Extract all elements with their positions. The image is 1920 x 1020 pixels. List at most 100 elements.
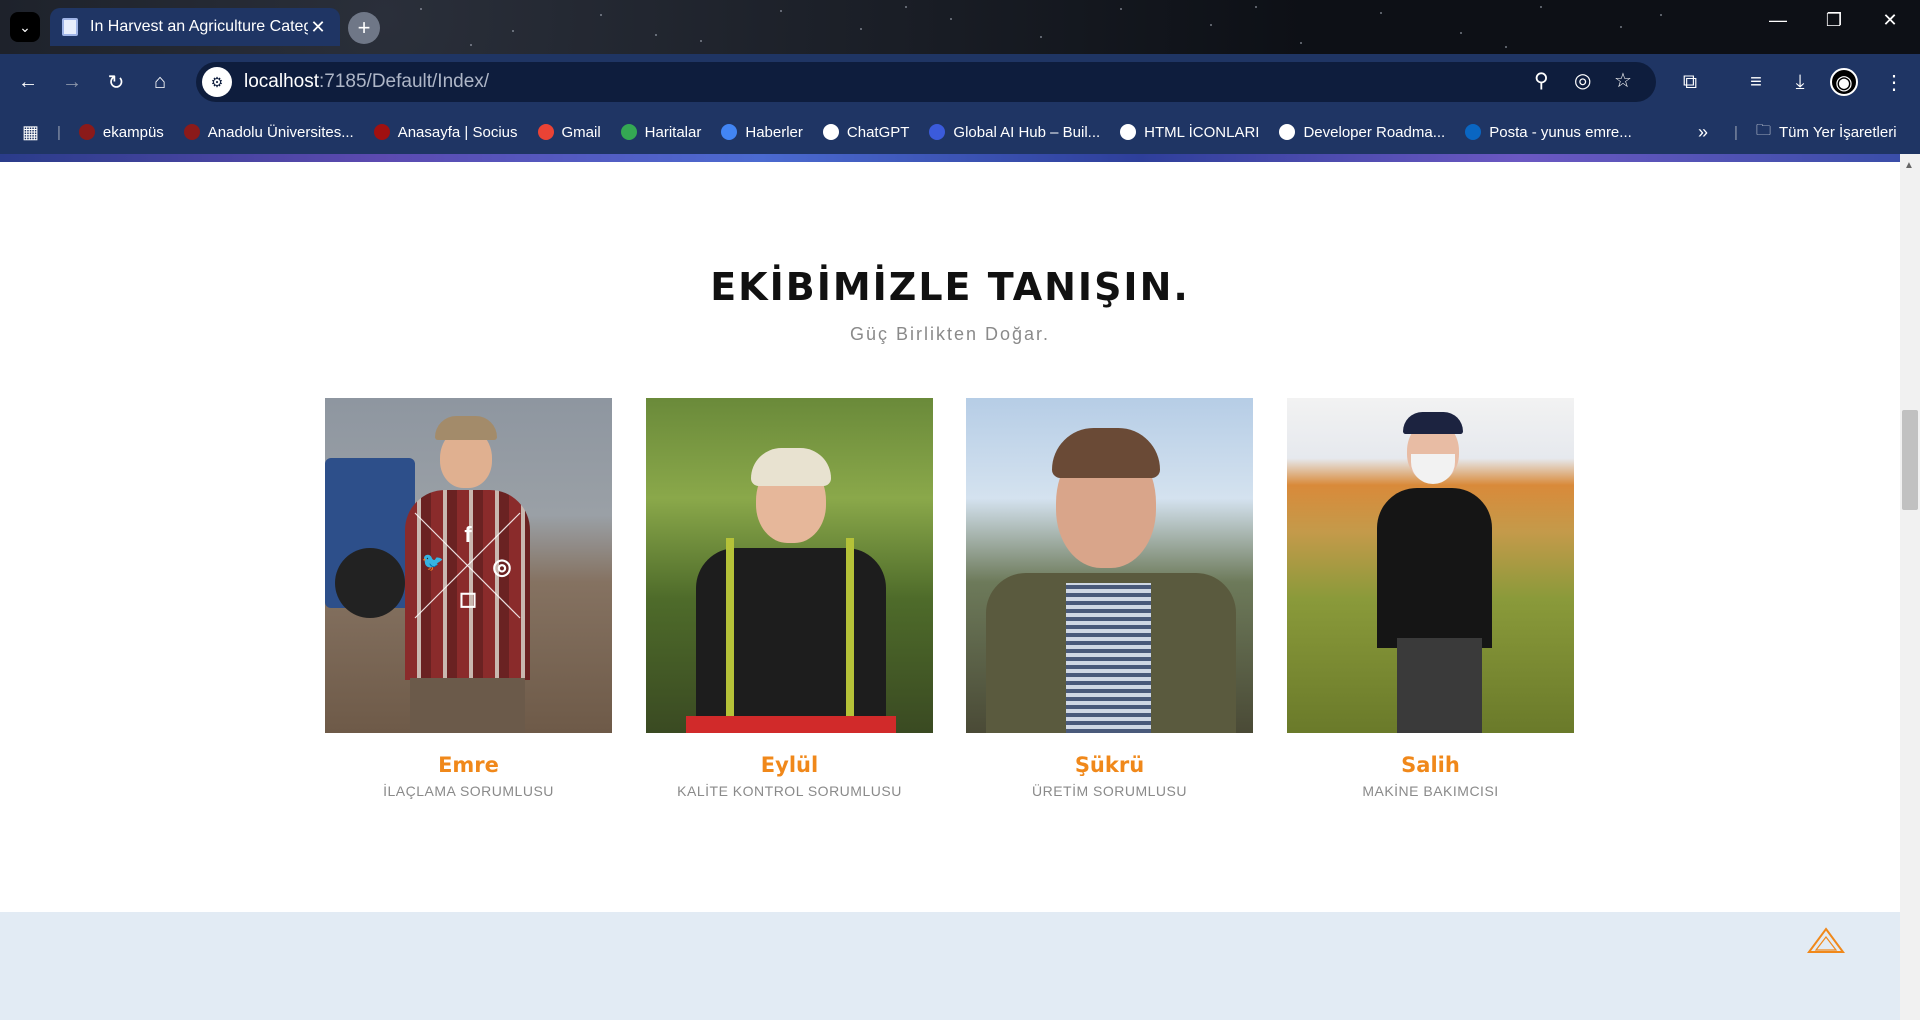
member-role: MAKİNE BAKIMCISI bbox=[1362, 783, 1499, 799]
home-icon[interactable]: ⌂ bbox=[146, 68, 174, 96]
pants-shape bbox=[1397, 638, 1482, 733]
bookmark-item[interactable]: Posta - yunus emre... bbox=[1465, 124, 1632, 141]
browser-toolbar: ← → ↻ ⌂ ⚙ localhost:7185/Default/Index/ … bbox=[0, 54, 1920, 110]
bookmark-item[interactable]: Haberler bbox=[721, 124, 803, 141]
bookmark-favicon-icon bbox=[1465, 124, 1482, 140]
hero-bottom-edge bbox=[0, 154, 1900, 162]
bookmark-favicon-icon bbox=[721, 124, 738, 140]
member-role: İLAÇLAMA SORUMLUSU bbox=[383, 783, 554, 799]
instagram-icon[interactable]: ◻ bbox=[453, 586, 483, 612]
bookmark-item[interactable]: Global AI Hub – Buil... bbox=[929, 124, 1100, 141]
bookmarks-bar: ▦ | ekampüs Anadolu Üniversites... Anasayf… bbox=[0, 110, 1920, 154]
bookmark-favicon-icon bbox=[537, 124, 554, 140]
team-card-sukru[interactable]: Şükrü ÜRETİM SORUMLUSU bbox=[966, 398, 1253, 799]
back-to-top-icon[interactable] bbox=[1806, 926, 1846, 956]
team-card-salih[interactable]: Salih MAKİNE BAKIMCISI bbox=[1287, 398, 1574, 799]
member-name: Şükrü bbox=[1074, 753, 1145, 777]
member-name: Emre bbox=[438, 753, 499, 777]
bookmark-label: Anadolu Üniversites... bbox=[207, 123, 354, 141]
extensions-icon[interactable]: ⧉ bbox=[1676, 68, 1704, 96]
bookmark-label: ChatGPT bbox=[846, 123, 910, 141]
scroll-up-arrow-icon[interactable]: ▲ bbox=[1904, 160, 1914, 171]
bookmark-favicon-icon bbox=[1279, 124, 1296, 140]
all-bookmarks-label: Tüm Yer İşaretleri bbox=[1779, 123, 1897, 141]
bookmark-label: Global AI Hub – Buil... bbox=[953, 123, 1101, 141]
browser-menu-icon[interactable]: ⋮ bbox=[1880, 68, 1908, 96]
bookmark-label: Posta - yunus emre... bbox=[1489, 123, 1632, 141]
beard-shape bbox=[1411, 454, 1455, 484]
cap-shape bbox=[1403, 412, 1463, 434]
next-section-band bbox=[0, 912, 1900, 1020]
team-member-photo: f 🐦 ◎ ◻ bbox=[325, 398, 612, 733]
window-close-icon[interactable]: ✕ bbox=[1870, 10, 1910, 31]
bookmark-item[interactable]: Anadolu Üniversites... bbox=[183, 123, 354, 141]
forward-icon[interactable]: → bbox=[58, 68, 86, 96]
bookmark-item[interactable]: HTML İCONLARI bbox=[1120, 124, 1259, 141]
bookmark-label: HTML İCONLARI bbox=[1144, 123, 1260, 141]
checked-shirt bbox=[1066, 583, 1151, 733]
section-subtitle: Güç Birlikten Doğar. bbox=[849, 324, 1051, 344]
tab-search-button[interactable]: ⌄ bbox=[10, 12, 40, 42]
member-role: KALİTE KONTROL SORUMLUSU bbox=[677, 783, 902, 799]
team-member-photo bbox=[966, 398, 1253, 733]
bookmarks-list: ekampüs Anadolu Üniversites... Anasayfa | … bbox=[78, 123, 1652, 141]
more-bookmarks-icon[interactable]: » bbox=[1698, 122, 1708, 143]
url-text: localhost:7185/Default/Index/ bbox=[244, 71, 490, 92]
bookmark-favicon-icon bbox=[1120, 124, 1137, 140]
download-icon[interactable]: ⤓ bbox=[1786, 68, 1814, 96]
page-scrollbar[interactable] bbox=[1900, 154, 1920, 1020]
bookmark-favicon-icon bbox=[78, 124, 95, 140]
black-shirt bbox=[696, 548, 886, 718]
hair-shape bbox=[751, 448, 831, 486]
bookmark-item[interactable]: Anasayfa | Socius bbox=[373, 123, 518, 141]
restore-icon[interactable]: ❐ bbox=[1814, 10, 1854, 31]
bookmarks-divider-right: | bbox=[1734, 123, 1738, 141]
bookmark-label: Developer Roadma... bbox=[1303, 123, 1446, 141]
tracking-protection-icon[interactable]: ◎ bbox=[1574, 68, 1591, 93]
address-bar[interactable]: ⚙ localhost:7185/Default/Index/ ⚲ ◎ ☆ bbox=[196, 62, 1656, 102]
black-tshirt bbox=[1377, 488, 1492, 648]
bookmark-star-icon[interactable]: ☆ bbox=[1614, 68, 1632, 93]
zoom-icon[interactable]: ⚲ bbox=[1534, 68, 1549, 93]
minimize-icon[interactable]: — bbox=[1758, 10, 1798, 31]
bookmark-item[interactable]: ChatGPT bbox=[822, 123, 910, 141]
bookmark-favicon-icon bbox=[929, 124, 946, 140]
member-name: Eylül bbox=[760, 753, 819, 777]
team-member-photo bbox=[646, 398, 933, 733]
back-icon[interactable]: ← bbox=[14, 68, 42, 96]
media-control-icon[interactable]: ≡ bbox=[1742, 68, 1770, 96]
facebook-icon[interactable]: f bbox=[453, 522, 483, 548]
apps-grid-icon[interactable]: ▦ bbox=[22, 122, 39, 143]
team-card-emre[interactable]: f 🐦 ◎ ◻ Emre İLAÇLAMA SORUMLUSU bbox=[325, 398, 612, 799]
bookmark-label: Gmail bbox=[561, 123, 601, 141]
bookmark-label: Anasayfa | Socius bbox=[397, 123, 518, 141]
bookmark-item[interactable]: Haritalar bbox=[620, 123, 702, 141]
twitter-icon[interactable]: 🐦 bbox=[418, 552, 448, 573]
bookmark-label: ekampüs bbox=[102, 123, 164, 141]
browser-tab-active[interactable]: In Harvest an Agriculture Categ ✕ bbox=[50, 8, 340, 46]
bookmarks-divider: | bbox=[57, 123, 61, 141]
suspender-right bbox=[846, 538, 854, 718]
scrollbar-thumb[interactable] bbox=[1902, 410, 1918, 510]
bookmark-item[interactable]: ekampüs bbox=[78, 123, 164, 141]
bookmark-item[interactable]: Gmail bbox=[537, 123, 601, 141]
new-tab-button[interactable]: + bbox=[348, 12, 380, 44]
social-overlay bbox=[414, 512, 521, 619]
site-info-icon[interactable]: ⚙ bbox=[202, 67, 232, 97]
profile-avatar[interactable]: ◉ bbox=[1830, 68, 1858, 96]
bookmark-item[interactable]: Developer Roadma... bbox=[1279, 124, 1445, 141]
reload-icon[interactable]: ↻ bbox=[102, 68, 130, 96]
bookmark-label: Haritalar bbox=[644, 123, 702, 141]
bookmark-favicon-icon bbox=[373, 124, 390, 140]
all-bookmarks-folder[interactable]: 🗀 Tüm Yer İşaretleri bbox=[1756, 120, 1897, 145]
bookmark-favicon-icon bbox=[183, 124, 200, 140]
folder-icon: 🗀 bbox=[1756, 121, 1772, 139]
browser-tab-bar: ⌄ In Harvest an Agriculture Categ ✕ + — … bbox=[0, 0, 1920, 54]
section-title: EKİBİMİZLE TANIŞIN. bbox=[710, 265, 1190, 309]
tab-close-icon[interactable]: ✕ bbox=[308, 17, 328, 38]
team-member-photo bbox=[1287, 398, 1574, 733]
team-card-eylul[interactable]: Eylül KALİTE KONTROL SORUMLUSU bbox=[646, 398, 933, 799]
dribbble-icon[interactable]: ◎ bbox=[487, 554, 517, 580]
bookmark-favicon-icon bbox=[620, 124, 637, 140]
bookmark-label: Haberler bbox=[745, 123, 803, 141]
